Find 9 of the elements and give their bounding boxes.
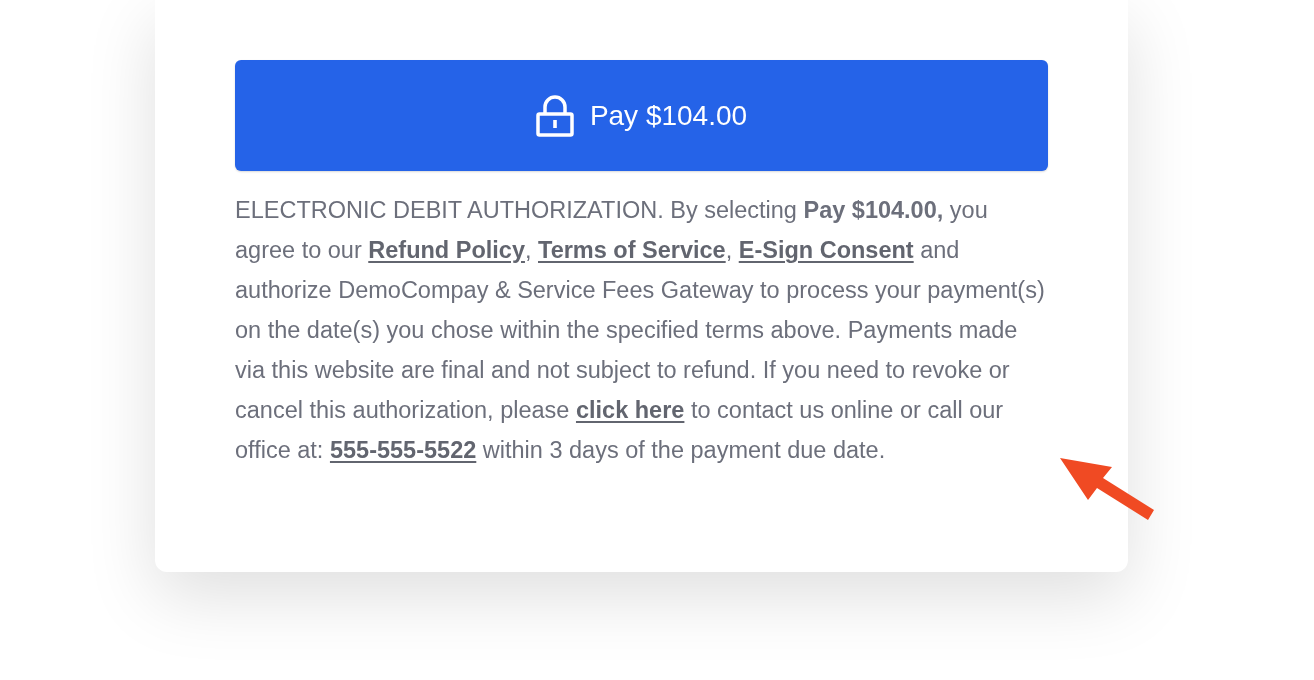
authorization-text: ELECTRONIC DEBIT AUTHORIZATION. By selecting Pay $104.00, you agree to our Refund Policy, Terms of Service, E-Sign Consent and authorize DemoCompay & Service Fees Gateway to process your payment(s) on the date(s) you chose within the specified terms above. Payments made via this website are final and not subject to refund. If you need to revoke or cancel this authorization, please click here to contact us online or call our office at: 555-555-5522 within 3 days of the payment due date. bbox=[235, 196, 1046, 465]
pay-button[interactable]: Pay $104.00 bbox=[235, 60, 1048, 171]
text-link[interactable]: click here bbox=[575, 397, 685, 423]
lock-icon bbox=[535, 94, 574, 137]
arrow-icon bbox=[1060, 458, 1154, 522]
text-link[interactable]: Refund Policy bbox=[368, 237, 525, 263]
text-link[interactable]: 555-555-5522 bbox=[329, 437, 477, 463]
text-link[interactable]: Terms of Service bbox=[538, 237, 726, 263]
text-link[interactable]: E-Sign Consent bbox=[738, 237, 914, 263]
